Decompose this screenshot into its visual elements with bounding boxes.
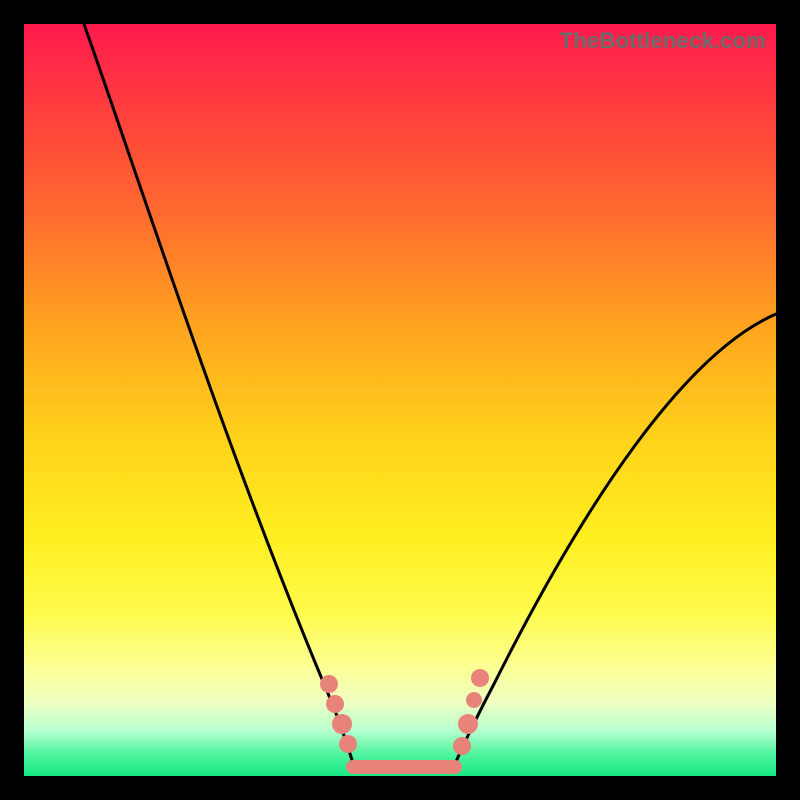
- marker-dot: [466, 692, 482, 708]
- marker-dot: [326, 695, 344, 713]
- marker-dot: [453, 737, 471, 755]
- curve-layer: [24, 24, 776, 776]
- marker-dot: [471, 669, 489, 687]
- plot-area: TheBottleneck.com: [24, 24, 776, 776]
- marker-dot: [458, 714, 478, 734]
- outer-frame: TheBottleneck.com: [0, 0, 800, 800]
- marker-dot: [332, 714, 352, 734]
- flat-segment-marker: [346, 760, 462, 774]
- bottleneck-curve: [84, 24, 776, 766]
- marker-dot: [339, 735, 357, 753]
- marker-dot: [320, 675, 338, 693]
